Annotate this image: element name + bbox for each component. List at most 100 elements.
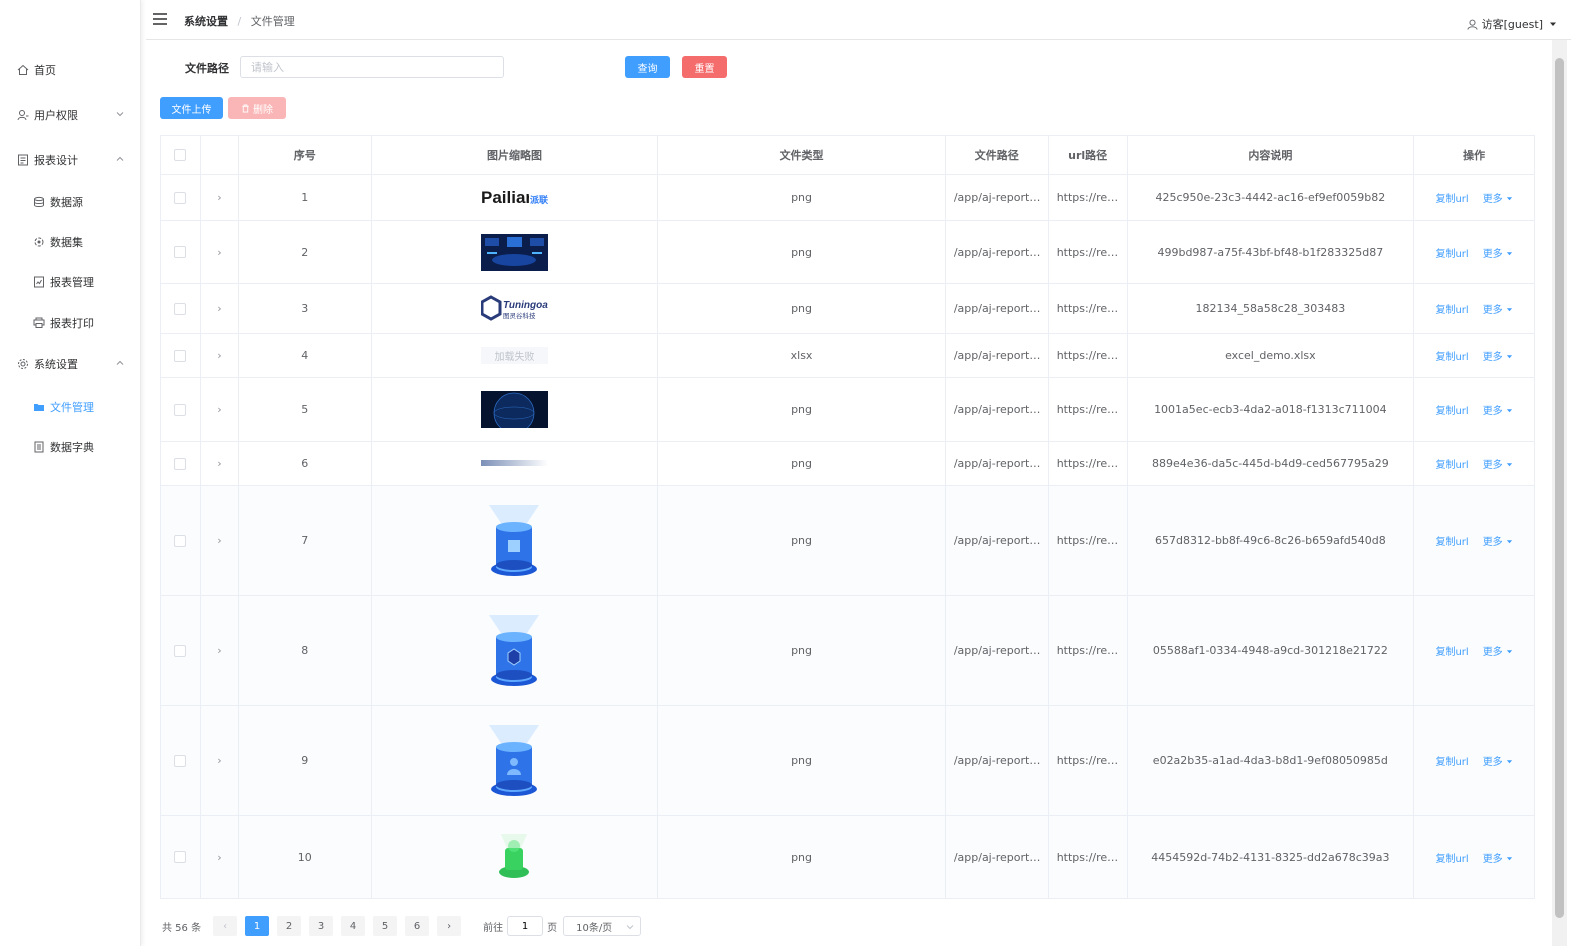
copy-url-link[interactable]: 复制url bbox=[1435, 190, 1468, 205]
copy-url-link[interactable]: 复制url bbox=[1435, 753, 1468, 768]
row-index: 6 bbox=[239, 442, 372, 485]
page-size-select[interactable]: 10条/页 bbox=[563, 916, 642, 936]
expand-row-icon[interactable]: › bbox=[217, 534, 221, 547]
more-dropdown[interactable]: 更多 bbox=[1483, 301, 1513, 316]
more-dropdown[interactable]: 更多 bbox=[1483, 456, 1513, 471]
more-dropdown[interactable]: 更多 bbox=[1483, 402, 1513, 417]
select-all-checkbox[interactable] bbox=[174, 149, 187, 161]
copy-url-link[interactable]: 复制url bbox=[1435, 402, 1468, 417]
prev-page-button[interactable]: ‹ bbox=[213, 916, 238, 936]
query-button[interactable]: 查询 bbox=[625, 56, 670, 78]
copy-url-link[interactable]: 复制url bbox=[1435, 245, 1468, 260]
expand-row-icon[interactable]: › bbox=[217, 403, 221, 416]
sidebar-item-report-print[interactable]: 报表打印 bbox=[0, 311, 141, 335]
table-row: › 6 png/app/aj-report/i... https://rep... 88… bbox=[161, 442, 1534, 486]
vertical-scrollbar[interactable] bbox=[1552, 40, 1567, 946]
file-type: png bbox=[658, 816, 946, 898]
row-checkbox[interactable] bbox=[174, 302, 187, 315]
more-label: 更多 bbox=[1482, 460, 1503, 471]
row-checkbox[interactable] bbox=[174, 644, 187, 657]
sidebar-item-datasource[interactable]: 数据源 bbox=[0, 190, 141, 214]
more-dropdown[interactable]: 更多 bbox=[1483, 643, 1513, 658]
sidebar-item-home[interactable]: 首页 bbox=[0, 58, 141, 82]
expand-row-icon[interactable]: › bbox=[217, 302, 221, 315]
sidebar-item-file-manage[interactable]: 文件管理 bbox=[0, 395, 141, 419]
expand-row-icon[interactable]: › bbox=[217, 754, 221, 767]
sidebar-item-report-manage[interactable]: 报表管理 bbox=[0, 270, 141, 294]
reset-button[interactable]: 重置 bbox=[682, 56, 727, 78]
expand-row-icon[interactable]: › bbox=[217, 349, 221, 362]
row-checkbox[interactable] bbox=[174, 534, 187, 547]
file-url: https://rep... bbox=[1056, 349, 1121, 362]
more-dropdown[interactable]: 更多 bbox=[1483, 850, 1513, 865]
file-path: /app/aj-report/i... bbox=[953, 644, 1042, 657]
more-label: 更多 bbox=[1482, 305, 1503, 316]
table-header: 序号 图片缩略图 文件类型 文件路径 url路径 内容说明 操作 bbox=[161, 136, 1534, 175]
delete-button[interactable]: 删除 bbox=[228, 97, 286, 119]
breadcrumb-item[interactable]: 系统设置 bbox=[184, 15, 228, 28]
row-checkbox[interactable] bbox=[174, 403, 187, 416]
thumbnail-image[interactable] bbox=[481, 834, 548, 878]
sidebar-item-user-permission[interactable]: 用户权限 bbox=[0, 103, 141, 127]
sidebar-item-data-dictionary[interactable]: 数据字典 bbox=[0, 435, 141, 459]
more-dropdown[interactable]: 更多 bbox=[1483, 753, 1513, 768]
goto-label: 前往 bbox=[483, 922, 504, 934]
expand-row-icon[interactable]: › bbox=[217, 191, 221, 204]
thumbnail-image[interactable] bbox=[481, 504, 548, 576]
copy-url-link[interactable]: 复制url bbox=[1435, 456, 1468, 471]
expand-row-icon[interactable]: › bbox=[217, 457, 221, 470]
next-page-button[interactable]: › bbox=[437, 916, 462, 936]
table-row: › 5 png/app/aj-report/i... https://rep... 10… bbox=[161, 378, 1534, 442]
upload-button[interactable]: 文件上传 bbox=[160, 97, 223, 119]
expand-row-icon[interactable]: › bbox=[217, 851, 221, 864]
page-button[interactable]: 6 bbox=[405, 916, 430, 936]
more-dropdown[interactable]: 更多 bbox=[1483, 348, 1513, 363]
thumbnail-image[interactable] bbox=[480, 391, 548, 428]
sidebar-item-dataset[interactable]: 数据集 bbox=[0, 230, 141, 254]
copy-url-link[interactable]: 复制url bbox=[1435, 643, 1468, 658]
thumbnail-image[interactable]: 加载失败 bbox=[480, 337, 548, 374]
row-checkbox[interactable] bbox=[174, 754, 187, 767]
row-checkbox[interactable] bbox=[174, 851, 187, 863]
thumbnail-image[interactable] bbox=[481, 614, 548, 686]
thumbnail-image[interactable]: Pailian 派联 bbox=[481, 179, 548, 216]
row-checkbox[interactable] bbox=[174, 191, 187, 204]
goto-page-input[interactable] bbox=[507, 916, 544, 936]
row-checkbox[interactable] bbox=[174, 246, 187, 258]
thumbnail-image[interactable] bbox=[480, 445, 548, 482]
caret-down-icon bbox=[1506, 251, 1512, 255]
scrollbar-thumb[interactable] bbox=[1555, 58, 1564, 918]
row-checkbox[interactable] bbox=[174, 457, 187, 470]
sidebar-item-system-settings[interactable]: 系统设置 bbox=[0, 352, 141, 376]
hamburger-icon[interactable] bbox=[153, 12, 167, 26]
more-label: 更多 bbox=[1482, 406, 1503, 417]
file-type: png bbox=[658, 486, 946, 595]
sidebar-item-report-design[interactable]: 报表设计 bbox=[0, 148, 141, 172]
table-body: › 1 Pailian 派联 png/app/aj-report/i... https:/… bbox=[161, 175, 1534, 899]
copy-url-link[interactable]: 复制url bbox=[1435, 301, 1468, 316]
user-menu[interactable]: 访客[guest] bbox=[1467, 16, 1557, 32]
expand-row-icon[interactable]: › bbox=[217, 246, 221, 259]
more-dropdown[interactable]: 更多 bbox=[1483, 190, 1513, 205]
expand-row-icon[interactable]: › bbox=[217, 644, 221, 657]
page-button[interactable]: 4 bbox=[341, 916, 366, 936]
copy-url-link[interactable]: 复制url bbox=[1435, 348, 1468, 363]
copy-url-link[interactable]: 复制url bbox=[1435, 533, 1468, 548]
thumbnail-image[interactable] bbox=[480, 233, 548, 271]
copy-url-link[interactable]: 复制url bbox=[1435, 850, 1468, 865]
page-button[interactable]: 1 bbox=[245, 916, 270, 936]
more-dropdown[interactable]: 更多 bbox=[1483, 245, 1513, 260]
more-label: 更多 bbox=[1482, 248, 1503, 260]
file-path-input[interactable] bbox=[240, 56, 504, 78]
thumbnail-image[interactable]: Tuningoal 图灵谷科技 bbox=[480, 290, 548, 327]
row-index: 4 bbox=[239, 334, 372, 377]
page-button[interactable]: 5 bbox=[373, 916, 398, 936]
row-checkbox[interactable] bbox=[174, 349, 187, 362]
page-button[interactable]: 2 bbox=[277, 916, 302, 936]
report-icon bbox=[16, 153, 30, 167]
sidebar-item-label: 系统设置 bbox=[34, 358, 78, 371]
thumbnail-image[interactable] bbox=[481, 724, 548, 796]
more-dropdown[interactable]: 更多 bbox=[1483, 533, 1513, 548]
sidebar-item-label: 报表管理 bbox=[50, 276, 94, 289]
page-button[interactable]: 3 bbox=[309, 916, 334, 936]
